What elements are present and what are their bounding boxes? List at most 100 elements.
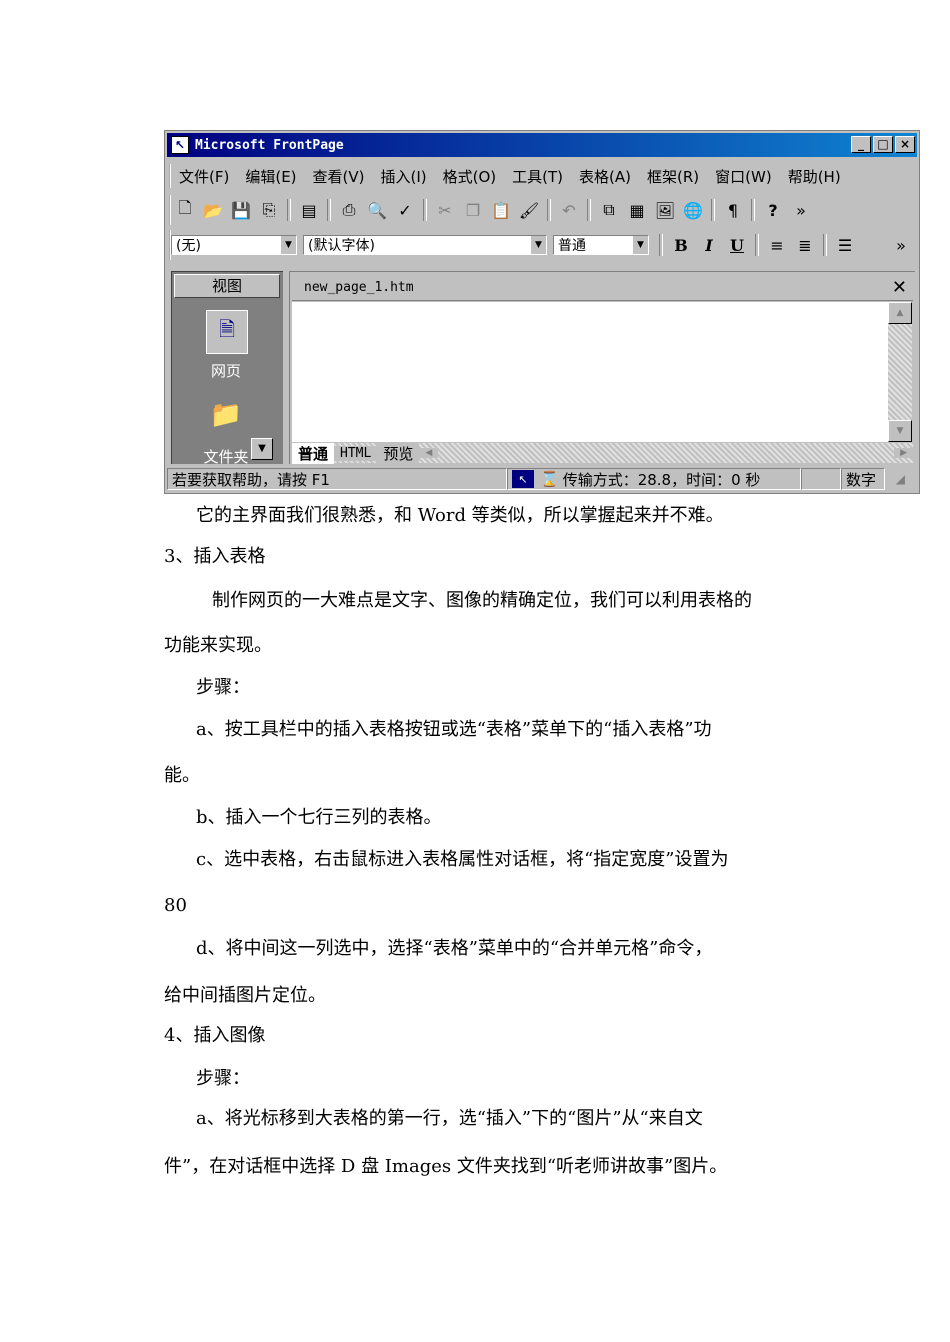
size-select[interactable]: 普通 ▼ <box>553 235 649 255</box>
section-3-step-a-line2: 能。 <box>164 765 200 786</box>
menu-format[interactable]: 格式(O) <box>435 166 505 187</box>
more-icon[interactable]: » <box>789 198 813 222</box>
menu-file[interactable]: 文件(F) <box>171 166 237 187</box>
status-bar: 若要获取帮助，请按 F1 ↖ ⌛ 传输方式：28.8，时间：0 秒 数字 ◢ <box>167 467 917 491</box>
resize-grip-icon[interactable]: ◢ <box>885 472 905 486</box>
section-4-step-a-line1: a、将光标移到大表格的第一行，选“插入”下的“图片”从“来自文 <box>196 1108 703 1129</box>
scroll-up-icon[interactable]: ▲ <box>888 302 912 324</box>
title-bar: ↖ Microsoft FrontPage _ □ × <box>167 133 917 157</box>
chevron-down-icon[interactable]: ▼ <box>251 438 273 460</box>
menu-window[interactable]: 窗口(W) <box>707 166 780 187</box>
paragraph-mark-icon[interactable]: ¶ <box>721 198 745 222</box>
insert-component-icon[interactable]: ⧉ <box>597 198 621 222</box>
close-button[interactable]: × <box>895 136 915 153</box>
status-help: 若要获取帮助，请按 F1 <box>167 468 507 490</box>
font-select-value: (默认字体) <box>308 238 375 254</box>
underline-button[interactable]: U <box>725 233 749 257</box>
chevron-down-icon: ▼ <box>530 236 546 254</box>
menu-table[interactable]: 表格(A) <box>571 166 639 187</box>
section-3-para-line1: 制作网页的一大难点是文字、图像的精确定位，我们可以利用表格的 <box>212 590 752 611</box>
cut-icon[interactable]: ✂ <box>433 198 457 222</box>
align-left-icon[interactable]: ≡ <box>765 233 789 257</box>
tab-preview[interactable]: 预览 <box>377 442 420 464</box>
standard-toolbar: 🗋 📂 💾 ⎘ ▤ ⎙ 🔍 ✓ ✂ ❐ 📋 🖌 ↶ ⧉ ▦ 🖼 🌐 ¶ ? » <box>169 195 915 225</box>
document-tab: new_page_1.htm ✕ <box>292 274 913 301</box>
status-transfer-text: 传输方式：28.8，时间：0 秒 <box>562 470 761 489</box>
menu-view[interactable]: 查看(V) <box>305 166 373 187</box>
new-page-icon[interactable]: 🗋 <box>173 198 197 222</box>
section-3-step-d-line2: 给中间插图片定位。 <box>164 985 326 1006</box>
section-3-steps-label: 步骤： <box>196 677 250 698</box>
scroll-left-icon[interactable]: ◀ <box>419 448 439 458</box>
tab-html[interactable]: HTML <box>334 445 378 461</box>
views-header: 视图 <box>174 274 280 298</box>
vertical-scrollbar[interactable]: ▲ ▼ <box>888 302 912 442</box>
section-3-para-line2: 功能来实现。 <box>164 635 272 656</box>
status-empty <box>801 468 841 490</box>
document-tab-name[interactable]: new_page_1.htm <box>304 280 414 295</box>
publish-icon[interactable]: ⎘ <box>257 198 281 222</box>
section-3-step-b: b、插入一个七行三列的表格。 <box>196 807 442 828</box>
formatting-toolbar: (无) ▼ (默认字体) ▼ 普通 ▼ B I U ≡ ≣ ☰ » <box>169 230 915 260</box>
section-4-step-a-line2: 件”，在对话框中选择 D 盘 Images 文件夹找到“听老师讲故事”图片。 <box>164 1156 728 1177</box>
insert-table-icon[interactable]: ▦ <box>625 198 649 222</box>
paste-icon[interactable]: 📋 <box>489 198 513 222</box>
folder-view-icon[interactable]: 📁 <box>208 400 244 430</box>
intro-paragraph: 它的主界面我们很熟悉，和 Word 等类似，所以掌握起来并不难。 <box>196 505 724 526</box>
page-view-icon[interactable]: 🗎 <box>206 310 248 354</box>
hourglass-icon: ⌛ <box>540 470 559 488</box>
editing-area[interactable] <box>292 302 888 442</box>
section-3-step-c-line2: 80 <box>164 895 187 916</box>
align-center-icon[interactable]: ≣ <box>793 233 817 257</box>
spelling-icon[interactable]: ✓ <box>393 198 417 222</box>
menu-help[interactable]: 帮助(H) <box>780 166 849 187</box>
print-preview-icon[interactable]: 🔍 <box>365 198 389 222</box>
frontpage-window: ↖ Microsoft FrontPage _ □ × 文件(F) 编辑(E) … <box>164 130 920 494</box>
scroll-down-icon[interactable]: ▼ <box>888 420 912 442</box>
menu-tools[interactable]: 工具(T) <box>504 166 571 187</box>
menu-bar: 文件(F) 编辑(E) 查看(V) 插入(I) 格式(O) 工具(T) 表格(A… <box>169 164 915 188</box>
italic-button[interactable]: I <box>697 233 721 257</box>
views-bar: 视图 🗎 网页 📁 文件夹 ▼ <box>171 271 283 466</box>
copy-icon[interactable]: ❐ <box>461 198 485 222</box>
open-icon[interactable]: 📂 <box>201 198 225 222</box>
format-painter-icon[interactable]: 🖌 <box>517 198 541 222</box>
section-4-steps-label: 步骤： <box>196 1068 250 1089</box>
section-3-step-c-line1: c、选中表格，右击鼠标进入表格属性对话框，将“指定宽度”设置为 <box>196 849 729 870</box>
chevron-down-icon: ▼ <box>632 236 648 254</box>
status-numlock: 数字 <box>841 468 885 490</box>
size-select-value: 普通 <box>558 238 586 254</box>
scroll-right-icon[interactable]: ▶ <box>894 448 913 458</box>
close-icon[interactable]: ✕ <box>892 277 907 298</box>
bullet-list-icon[interactable]: ☰ <box>833 233 857 257</box>
style-select-value: (无) <box>176 238 201 254</box>
status-transfer: ↖ ⌛ 传输方式：28.8，时间：0 秒 <box>507 468 801 490</box>
minimize-button[interactable]: _ <box>851 136 871 153</box>
section-3-step-d-line1: d、将中间这一列选中，选择“表格”菜单中的“合并单元格”命令， <box>196 938 713 959</box>
undo-icon[interactable]: ↶ <box>557 198 581 222</box>
document-pane: new_page_1.htm ✕ ▲ ▼ 普通 HTML 预览 ◀ ▶ <box>289 271 915 464</box>
menu-insert[interactable]: 插入(I) <box>373 166 435 187</box>
frontpage-icon: ↖ <box>512 470 534 488</box>
view-item-page[interactable]: 网页 <box>172 360 280 381</box>
help-icon[interactable]: ? <box>761 198 785 222</box>
section-3-step-a-line1: a、按工具栏中的插入表格按钮或选“表格”菜单下的“插入表格”功 <box>196 719 712 740</box>
menu-edit[interactable]: 编辑(E) <box>237 166 304 187</box>
save-icon[interactable]: 💾 <box>229 198 253 222</box>
print-icon[interactable]: ⎙ <box>337 198 361 222</box>
font-select[interactable]: (默认字体) ▼ <box>303 235 547 255</box>
style-select[interactable]: (无) ▼ <box>171 235 297 255</box>
tab-normal[interactable]: 普通 <box>292 442 335 464</box>
more-icon[interactable]: » <box>889 233 913 257</box>
hyperlink-icon[interactable]: 🌐 <box>681 198 705 222</box>
insert-picture-icon[interactable]: 🖼 <box>653 198 677 222</box>
view-tabs: 普通 HTML 预览 ◀ ▶ <box>292 442 913 464</box>
frontpage-icon: ↖ <box>171 136 189 154</box>
section-4-heading: 4、插入图像 <box>164 1025 266 1046</box>
section-3-heading: 3、插入表格 <box>164 546 266 567</box>
maximize-button[interactable]: □ <box>873 136 893 153</box>
window-title: Microsoft FrontPage <box>195 137 344 153</box>
folder-list-icon[interactable]: ▤ <box>297 198 321 222</box>
menu-frames[interactable]: 框架(R) <box>639 166 707 187</box>
bold-button[interactable]: B <box>669 233 693 257</box>
